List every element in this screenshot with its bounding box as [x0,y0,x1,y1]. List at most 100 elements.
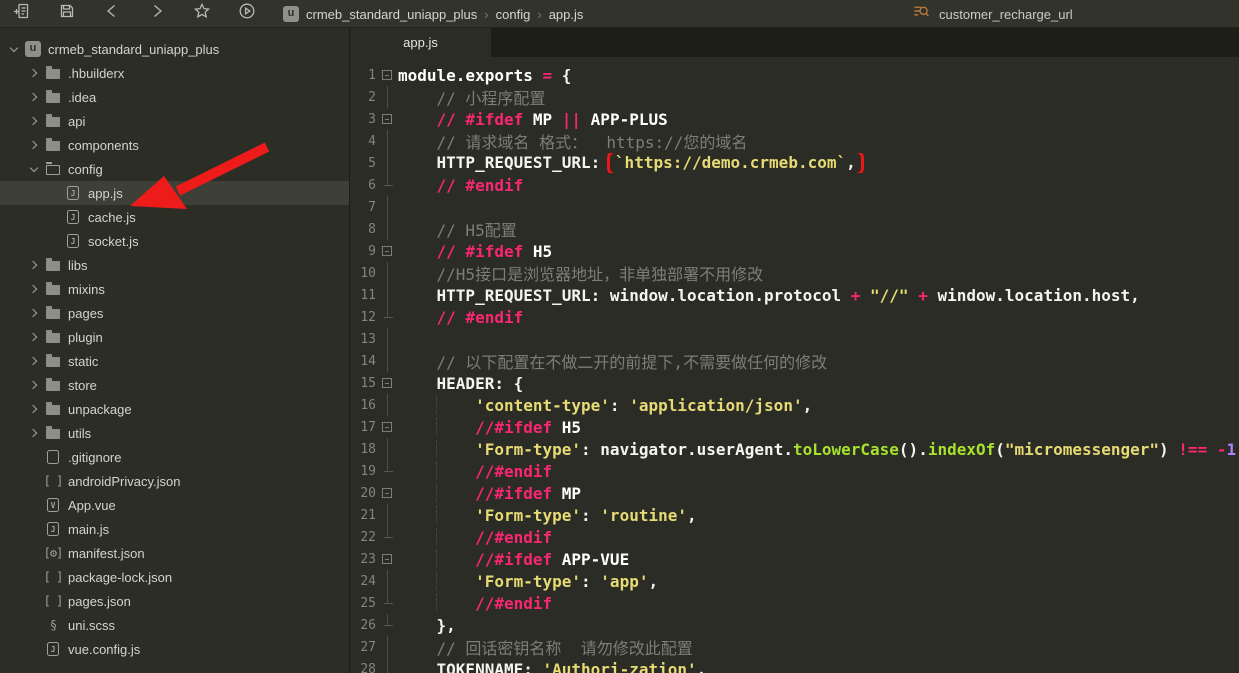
tree-item-libs[interactable]: libs [0,253,349,277]
code-line-27[interactable]: 27 // 回话密钥名称 请勿修改此配置 [350,636,1239,658]
tree-item-mixins[interactable]: mixins [0,277,349,301]
tree-item-unpackage[interactable]: unpackage [0,397,349,421]
tree-item-crmeb-standard-uniapp-plus[interactable]: ucrmeb_standard_uniapp_plus [0,37,349,61]
chevron-right-icon[interactable] [26,142,42,148]
code-line-2[interactable]: 2 // 小程序配置 [350,86,1239,108]
line-number: 22 [350,530,378,545]
tree-item-app-vue[interactable]: VApp.vue [0,493,349,517]
folder-icon [42,379,64,391]
folder-icon [42,283,64,295]
chevron-right-icon[interactable] [26,406,42,412]
code-text: //#endif [398,528,1239,547]
chevron-right-icon[interactable] [26,94,42,100]
code-line-17[interactable]: 17 //#ifdef H5 [350,416,1239,438]
run-button[interactable] [230,0,264,28]
tree-item-androidprivacy-json[interactable]: [ ]androidPrivacy.json [0,469,349,493]
fold-marker-icon[interactable] [378,64,398,86]
chevron-right-icon[interactable] [26,430,42,436]
fold-marker-icon[interactable] [378,108,398,130]
code-line-13[interactable]: 13 [350,328,1239,350]
code-line-16[interactable]: 16 'content-type': 'application/json', [350,394,1239,416]
code-line-6[interactable]: 6 // #endif [350,174,1239,196]
chevron-right-icon[interactable] [26,70,42,76]
code-line-25[interactable]: 25 //#endif [350,592,1239,614]
search-input[interactable] [939,7,1239,22]
tree-item--hbuilderx[interactable]: .hbuilderx [0,61,349,85]
chevron-down-icon[interactable] [6,48,22,51]
fold-marker-icon[interactable] [378,482,398,504]
tree-item-plugin[interactable]: plugin [0,325,349,349]
uniapp-project-icon: u [22,41,44,57]
breadcrumb-file[interactable]: app.js [549,7,584,22]
line-number: 18 [350,442,378,457]
new-file-icon [13,2,31,25]
tree-item-utils[interactable]: utils [0,421,349,445]
tree-item-main-js[interactable]: Jmain.js [0,517,349,541]
code-line-14[interactable]: 14 // 以下配置在不做二开的前提下,不需要做任何的修改 [350,350,1239,372]
fold-marker-icon[interactable] [378,548,398,570]
forward-button[interactable] [140,0,174,28]
code-line-22[interactable]: 22 //#endif [350,526,1239,548]
code-line-7[interactable]: 7 [350,196,1239,218]
tree-item-vue-config-js[interactable]: Jvue.config.js [0,637,349,661]
tree-item-pages-json[interactable]: [ ]pages.json [0,589,349,613]
chevron-right-icon[interactable] [26,358,42,364]
new-file-button[interactable] [5,0,39,28]
code-line-26[interactable]: 26 }, [350,614,1239,636]
tree-item--idea[interactable]: .idea [0,85,349,109]
fold-marker-icon[interactable] [378,240,398,262]
code-line-24[interactable]: 24 'Form-type': 'app', [350,570,1239,592]
code-line-21[interactable]: 21 'Form-type': 'routine', [350,504,1239,526]
tree-item-cache-js[interactable]: Jcache.js [0,205,349,229]
chevron-right-icon[interactable] [26,262,42,268]
code-line-20[interactable]: 20 //#ifdef MP [350,482,1239,504]
fold-marker-icon[interactable] [378,416,398,438]
code-text: //H5接口是浏览器地址，非单独部署不用修改 [398,261,1239,285]
code-line-1[interactable]: 1module.exports = { [350,64,1239,86]
code-line-4[interactable]: 4 // 请求域名 格式： https://您的域名 [350,130,1239,152]
code-editor[interactable]: 1module.exports = {2 // 小程序配置3 // #ifdef… [350,57,1239,673]
code-line-11[interactable]: 11 HTTP_REQUEST_URL: window.location.pro… [350,284,1239,306]
chevron-right-icon[interactable] [26,118,42,124]
tree-item-socket-js[interactable]: Jsocket.js [0,229,349,253]
code-line-10[interactable]: 10 //H5接口是浏览器地址，非单独部署不用修改 [350,262,1239,284]
code-line-15[interactable]: 15 HEADER: { [350,372,1239,394]
tree-item-store[interactable]: store [0,373,349,397]
code-line-3[interactable]: 3 // #ifdef MP || APP-PLUS [350,108,1239,130]
tree-item-pages[interactable]: pages [0,301,349,325]
code-line-18[interactable]: 18 'Form-type': navigator.userAgent.toLo… [350,438,1239,460]
tree-item-uni-scss[interactable]: §uni.scss [0,613,349,637]
code-line-12[interactable]: 12 // #endif [350,306,1239,328]
tree-item-label: vue.config.js [68,642,140,657]
tree-item-package-lock-json[interactable]: [ ]package-lock.json [0,565,349,589]
fold-marker-icon[interactable] [378,372,398,394]
line-number: 16 [350,398,378,413]
code-line-5[interactable]: 5 HTTP_REQUEST_URL: `https://demo.crmeb.… [350,152,1239,174]
tree-item-config[interactable]: config [0,157,349,181]
breadcrumb-project[interactable]: crmeb_standard_uniapp_plus [306,7,477,22]
tree-item-manifest-json[interactable]: [⚙]manifest.json [0,541,349,565]
file-tree: ucrmeb_standard_uniapp_plus.hbuilderx.id… [0,37,349,661]
chevron-right-icon[interactable] [26,334,42,340]
favorite-button[interactable] [185,0,219,28]
line-number: 7 [350,200,378,215]
chevron-down-icon[interactable] [26,168,42,171]
chevron-right-icon[interactable] [26,382,42,388]
back-button[interactable] [95,0,129,28]
tree-item--gitignore[interactable]: .gitignore [0,445,349,469]
tree-item-api[interactable]: api [0,109,349,133]
code-line-9[interactable]: 9 // #ifdef H5 [350,240,1239,262]
breadcrumb-folder[interactable]: config [496,7,531,22]
tree-item-static[interactable]: static [0,349,349,373]
chevron-right-icon[interactable] [26,286,42,292]
tree-item-components[interactable]: components [0,133,349,157]
code-line-28[interactable]: 28 TOKENNAME: 'Authori-zation', [350,658,1239,673]
code-line-8[interactable]: 8 // H5配置 [350,218,1239,240]
code-line-23[interactable]: 23 //#ifdef APP-VUE [350,548,1239,570]
code-line-19[interactable]: 19 //#endif [350,460,1239,482]
chevron-right-icon[interactable] [26,310,42,316]
tab-app-js[interactable]: app.js [350,28,491,57]
save-button[interactable] [50,0,84,28]
tree-item-app-js[interactable]: Japp.js [0,181,349,205]
folder-icon [42,67,64,79]
